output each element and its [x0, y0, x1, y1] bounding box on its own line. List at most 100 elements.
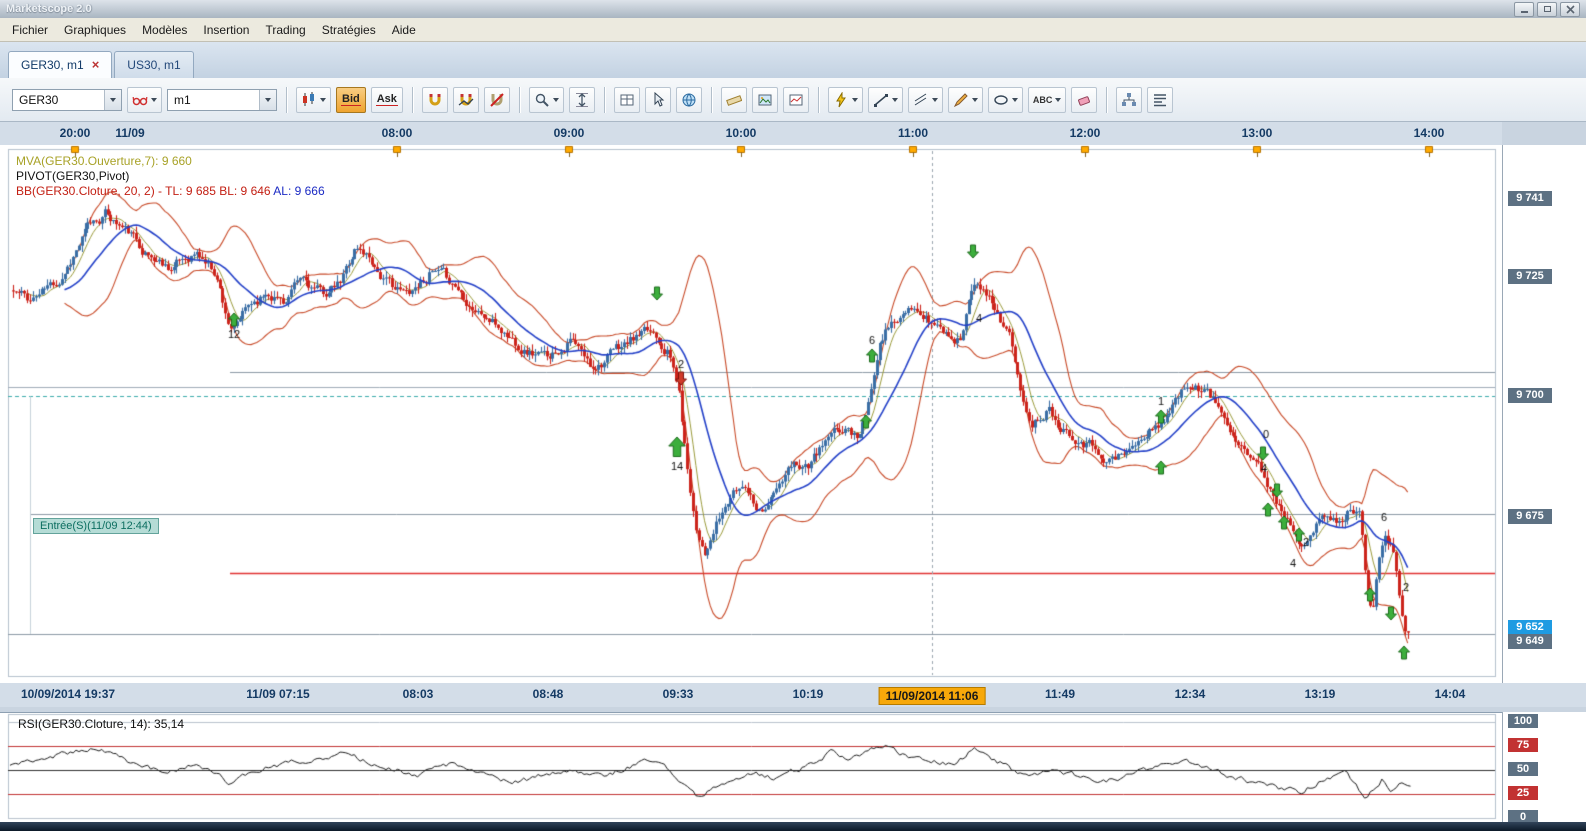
time-label-10-19: 10:19 — [793, 687, 824, 701]
bottom-time-axis: 10/09/2014 19:3711/09 07:1508:0308:4809:… — [0, 683, 1586, 707]
price-axis: 9 7419 7259 7009 6759 6529 649 — [1502, 145, 1586, 683]
measure-button[interactable] — [721, 87, 747, 113]
menu-item-strategies[interactable]: Stratégies — [314, 20, 384, 40]
toolbar-separator — [519, 87, 520, 113]
bid-button[interactable]: Bid — [336, 87, 366, 113]
legend-bb: BB(GER30.Cloture, 20, 2) - TL: 9 685 BL:… — [16, 184, 325, 198]
chevron-down-icon — [320, 98, 326, 102]
tab-ger30-m1[interactable]: GER30, m1 × — [8, 51, 112, 78]
magnet-off-icon — [489, 92, 505, 108]
trendline-tool-button[interactable] — [868, 87, 903, 113]
ruler-icon — [726, 92, 742, 108]
maximize-button[interactable] — [1537, 2, 1557, 17]
rsi-axis-label: 100 — [1508, 714, 1538, 728]
glasses-red-icon — [132, 93, 148, 107]
new-chart-window-button[interactable] — [783, 87, 809, 113]
fit-range-icon — [574, 92, 590, 108]
channel-tool-button[interactable] — [908, 87, 943, 113]
shape-tool-button[interactable] — [988, 87, 1023, 113]
objects-list-button[interactable] — [1147, 87, 1173, 113]
menu-item-trading[interactable]: Trading — [257, 20, 313, 40]
rsi-axis-label: 50 — [1508, 762, 1538, 776]
price-axis-label: 9 741 — [1508, 191, 1552, 206]
time-label-11-09-07-15: 11/09 07:15 — [246, 687, 309, 701]
chevron-down-icon — [553, 98, 559, 102]
chevron-down-icon — [932, 98, 938, 102]
chevron-down-icon — [265, 98, 271, 102]
time-label-11-00: 11:00 — [898, 126, 928, 140]
price-axis-label: 9 675 — [1508, 509, 1552, 524]
eraser-icon — [1076, 92, 1092, 108]
snap-magnet-button[interactable] — [422, 87, 448, 113]
time-label-08-03: 08:03 — [403, 687, 434, 701]
tab-label: GER30, m1 — [21, 58, 84, 72]
snap-off-button[interactable] — [484, 87, 510, 113]
chart-type-button[interactable] — [296, 87, 331, 113]
time-label-12-00: 12:00 — [1070, 126, 1101, 140]
entry-label[interactable]: Entrée(S)(11/09 12:44) — [33, 518, 159, 534]
time-label-20-00: 20:00 — [60, 126, 91, 140]
close-window-button[interactable] — [1560, 2, 1580, 17]
eraser-button[interactable] — [1071, 87, 1097, 113]
tab-close-icon[interactable]: × — [92, 60, 100, 70]
legend-bb-red: BB(GER30.Cloture, 20, 2) - TL: 9 685 BL:… — [16, 184, 271, 198]
save-image-button[interactable] — [752, 87, 778, 113]
time-label-08-00: 08:00 — [382, 126, 413, 140]
price-axis-label: 9 725 — [1508, 269, 1552, 284]
bottom-strip — [0, 822, 1586, 831]
period-combo-arrow[interactable] — [259, 90, 276, 110]
chevron-down-icon — [972, 98, 978, 102]
data-table-button[interactable] — [614, 87, 640, 113]
symbol-properties-button[interactable] — [127, 87, 162, 113]
magnifier-icon — [534, 92, 550, 108]
fit-vertical-button[interactable] — [569, 87, 595, 113]
strategy-button[interactable] — [1116, 87, 1142, 113]
chart-region: MVA(GER30.Ouverture,7): 9 660 PIVOT(GER3… — [0, 145, 1502, 683]
magnet-chart-icon — [458, 92, 474, 108]
chevron-down-icon — [1055, 98, 1061, 102]
menu-item-aide[interactable]: Aide — [384, 20, 424, 40]
symbol-combo[interactable]: GER30 — [12, 89, 122, 111]
zoom-button[interactable] — [529, 87, 564, 113]
symbol-combo-arrow[interactable] — [104, 90, 121, 110]
menu-item-modeles[interactable]: Modèles — [134, 20, 195, 40]
window-title: Marketscope 2.0 — [6, 3, 92, 15]
period-combo[interactable]: m1 — [167, 89, 277, 111]
text-tool-label: ABC — [1033, 95, 1053, 105]
rsi-axis: 1007550250 — [1502, 712, 1586, 822]
timezone-button[interactable] — [676, 87, 702, 113]
time-label-13-19: 13:19 — [1305, 687, 1336, 701]
snap-magnet-strong-button[interactable] — [453, 87, 479, 113]
draw-tool-button[interactable] — [948, 87, 983, 113]
menu-item-fichier[interactable]: Fichier — [4, 20, 56, 40]
price-axis-label: 9 652 — [1508, 620, 1552, 635]
cursor-mode-button[interactable] — [645, 87, 671, 113]
indicator-button[interactable] — [828, 87, 863, 113]
time-label-08-48: 08:48 — [533, 687, 564, 701]
text-tool-button[interactable]: ABC — [1028, 87, 1067, 113]
toolbar: GER30 m1 Bid Ask — [0, 78, 1586, 122]
menu-item-insertion[interactable]: Insertion — [195, 20, 257, 40]
toolbar-separator — [286, 87, 287, 113]
price-chart-canvas[interactable] — [0, 145, 1502, 683]
time-label-14-04: 14:04 — [1435, 687, 1466, 701]
tab-us30-m1[interactable]: US30, m1 — [114, 51, 193, 78]
menu-item-graphiques[interactable]: Graphiques — [56, 20, 134, 40]
symbol-combo-value: GER30 — [13, 93, 104, 107]
toolbar-separator — [412, 87, 413, 113]
menubar: FichierGraphiquesModèlesInsertionTrading… — [0, 18, 1586, 42]
list-icon — [1152, 92, 1168, 108]
minimize-button[interactable] — [1514, 2, 1534, 17]
chevron-down-icon — [852, 98, 858, 102]
pointer-icon — [650, 92, 666, 108]
magnet-icon — [427, 92, 443, 108]
rsi-canvas[interactable] — [0, 713, 1502, 823]
ask-button[interactable]: Ask — [371, 87, 403, 113]
time-label-13-00: 13:00 — [1242, 126, 1273, 140]
period-combo-value: m1 — [168, 93, 259, 107]
toolbar-separator — [711, 87, 712, 113]
toolbar-separator — [818, 87, 819, 113]
price-axis-label: 9 700 — [1508, 388, 1552, 403]
close-icon — [1566, 5, 1575, 14]
image-icon — [757, 92, 773, 108]
